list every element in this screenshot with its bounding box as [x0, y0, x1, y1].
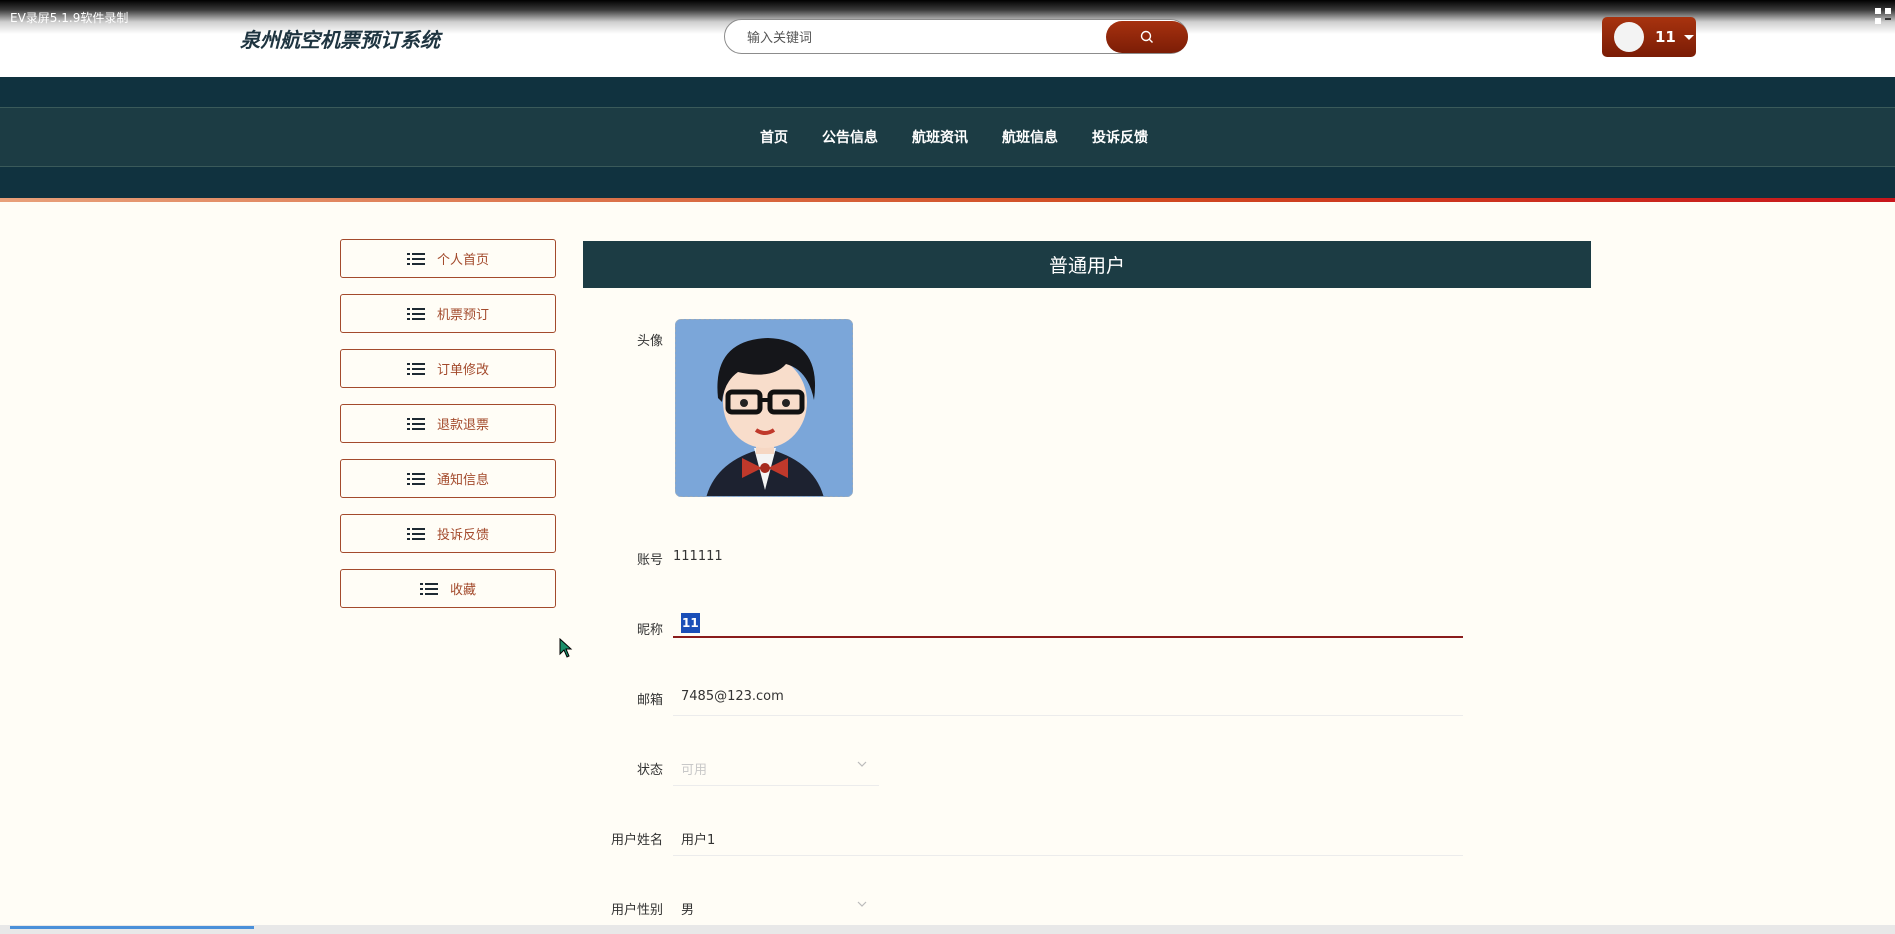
caret-down-icon [1683, 34, 1694, 40]
account-label: 账号 [636, 553, 663, 568]
user-avatar-image [676, 320, 852, 496]
sidebar-item-feedback[interactable]: 投诉反馈 [340, 514, 556, 553]
list-icon [406, 417, 425, 430]
chevron-down-icon [857, 761, 867, 767]
sidebar-item-favorites[interactable]: 收藏 [340, 569, 556, 608]
sidebar-item-label: 通知信息 [436, 473, 489, 488]
realname-label: 用户姓名 [610, 833, 663, 848]
nickname-value: 11 [681, 613, 700, 633]
sidebar-item-notifications[interactable]: 通知信息 [340, 459, 556, 498]
status-label: 状态 [636, 763, 663, 778]
header-bar: EV录屏5.1.9软件录制 泉州航空机票预订系统 11 [0, 0, 1895, 77]
list-icon [406, 307, 425, 320]
sidebar-item-personal-home[interactable]: 个人首页 [340, 239, 556, 278]
nickname-label: 昵称 [636, 623, 663, 638]
bottom-scroll-track [0, 925, 1895, 934]
list-icon [406, 472, 425, 485]
nav-item-home[interactable]: 首页 [760, 127, 788, 147]
avatar-label: 头像 [636, 334, 663, 349]
sidebar-item-label: 机票预订 [436, 308, 489, 323]
recorder-label: EV录屏5.1.9软件录制 [10, 11, 129, 25]
account-value: 111111 [673, 549, 723, 564]
profile-panel: 普通用户 头像 账号 111111 昵称 11 邮箱 7485@123.com … [583, 241, 1591, 934]
sidebar-item-ticket-booking[interactable]: 机票预订 [340, 294, 556, 333]
user-name: 11 [1655, 28, 1676, 46]
page-title: 普通用户 [583, 241, 1591, 288]
search-icon [1140, 30, 1153, 43]
list-icon [406, 527, 425, 540]
gender-value: 男 [681, 903, 695, 918]
sidebar-item-refund[interactable]: 退款退票 [340, 404, 556, 443]
nav-band: 首页 公告信息 航班资讯 航班信息 投诉反馈 [0, 107, 1895, 167]
site-title: 泉州航空机票预订系统 [240, 28, 440, 52]
email-underline [673, 715, 1463, 716]
list-icon [406, 362, 425, 375]
sidebar-item-order-modify[interactable]: 订单修改 [340, 349, 556, 388]
user-menu-button[interactable]: 11 [1602, 17, 1696, 57]
sidebar-item-label: 个人首页 [436, 253, 489, 268]
sidebar-item-label: 收藏 [449, 583, 476, 598]
avatar [1614, 22, 1644, 52]
search-button[interactable] [1106, 21, 1188, 53]
chevron-down-icon [857, 901, 867, 907]
realname-input[interactable]: 用户1 [681, 829, 715, 848]
email-input[interactable]: 7485@123.com [681, 689, 784, 704]
nav-item-flight-news[interactable]: 航班资讯 [912, 127, 968, 147]
avatar-upload[interactable] [675, 319, 853, 497]
bottom-progress [10, 926, 254, 929]
search-input[interactable] [745, 28, 1049, 48]
nav-accent-stripe [0, 198, 1895, 202]
main-navbar: 首页 公告信息 航班资讯 航班信息 投诉反馈 [0, 77, 1895, 199]
nav-item-announcements[interactable]: 公告信息 [822, 127, 878, 147]
status-select[interactable]: 可用 [673, 750, 879, 780]
email-label: 邮箱 [636, 693, 663, 708]
gender-label: 用户性别 [610, 903, 663, 918]
nav-list: 首页 公告信息 航班资讯 航班信息 投诉反馈 [760, 108, 1182, 166]
nav-item-feedback[interactable]: 投诉反馈 [1092, 127, 1148, 147]
status-underline [673, 785, 879, 786]
nav-item-flight-info[interactable]: 航班信息 [1002, 127, 1058, 147]
status-value: 可用 [681, 763, 708, 778]
realname-underline [673, 855, 1463, 856]
gender-select[interactable]: 男 [673, 890, 879, 920]
mouse-cursor-icon [559, 638, 573, 658]
nickname-input[interactable]: 11 [673, 608, 1463, 638]
list-icon [406, 252, 425, 265]
sidebar-item-label: 退款退票 [436, 418, 489, 433]
fullscreen-icon[interactable] [1873, 6, 1895, 28]
sidebar: 个人首页 机票预订 订单修改 退款退票 通知信息 投诉反馈 收藏 [340, 239, 556, 624]
sidebar-item-label: 投诉反馈 [436, 528, 489, 543]
list-icon [419, 582, 438, 595]
sidebar-item-label: 订单修改 [436, 363, 489, 378]
